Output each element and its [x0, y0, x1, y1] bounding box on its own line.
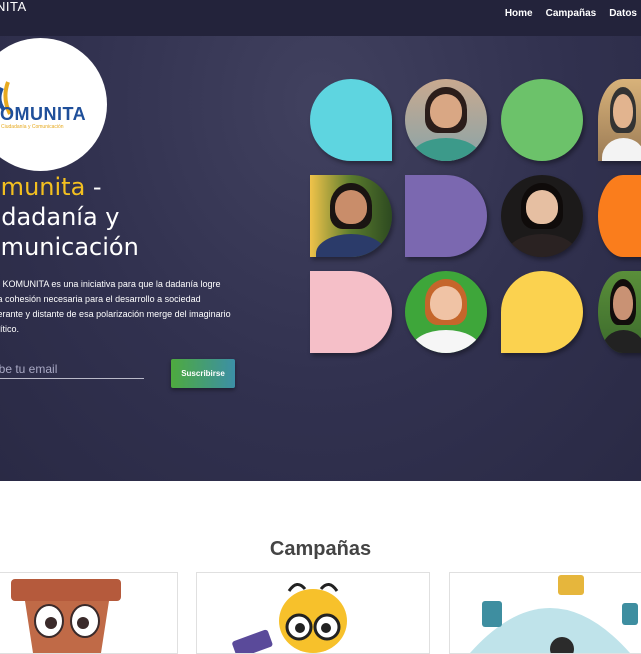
headline-line1: -: [85, 173, 102, 201]
hero-headline: omunita - udadanía y omunicación: [0, 172, 139, 262]
person-photo-6: [598, 271, 641, 353]
bee-character-icon: [232, 583, 347, 653]
clay-pot-character-icon: [11, 579, 121, 653]
finance-illustration-icon: [470, 575, 638, 653]
tile-orange: [598, 175, 641, 257]
subscribe-button[interactable]: Suscribirse: [171, 359, 235, 388]
tile-pink: [310, 271, 392, 353]
tile-green: [501, 79, 583, 161]
logo-tagline: Ciudadanía y Comunicación: [1, 124, 64, 130]
campaign-card-1[interactable]: [0, 572, 178, 654]
nav-campanas[interactable]: Campañas: [546, 8, 597, 19]
person-photo-1: [405, 79, 487, 161]
tile-yellow: [501, 271, 583, 353]
person-photo-2: [598, 79, 641, 161]
person-photo-5: [405, 271, 487, 353]
top-navbar: NITA Home Campañas Datos: [0, 0, 641, 36]
person-photo-3: [310, 175, 392, 257]
headline-accent: omunita: [0, 173, 86, 201]
tile-teal: [310, 79, 392, 161]
email-input[interactable]: [0, 360, 144, 379]
nav-datos[interactable]: Datos: [609, 8, 637, 19]
logo-wordmark: OMUNITA: [0, 104, 87, 124]
tile-purple: [405, 175, 487, 257]
headline-line2: udadanía y: [0, 203, 120, 231]
person-photo-4: [501, 175, 583, 257]
campaign-card-3[interactable]: [449, 572, 641, 654]
headline-line3: omunicación: [0, 233, 139, 261]
hero-section: OMUNITA Ciudadanía y Comunicación omunit…: [0, 36, 641, 481]
campaign-card-2[interactable]: [196, 572, 430, 654]
brand-logo-text[interactable]: NITA: [0, 0, 27, 14]
campaigns-section-title: Campañas: [269, 538, 372, 560]
nav-home[interactable]: Home: [505, 8, 533, 19]
main-nav: Home Campañas Datos: [505, 8, 637, 19]
hero-intro-text: cto KOMUNITA es una iniciativa para que …: [0, 279, 231, 334]
komunita-logo: OMUNITA Ciudadanía y Comunicación: [0, 38, 107, 171]
